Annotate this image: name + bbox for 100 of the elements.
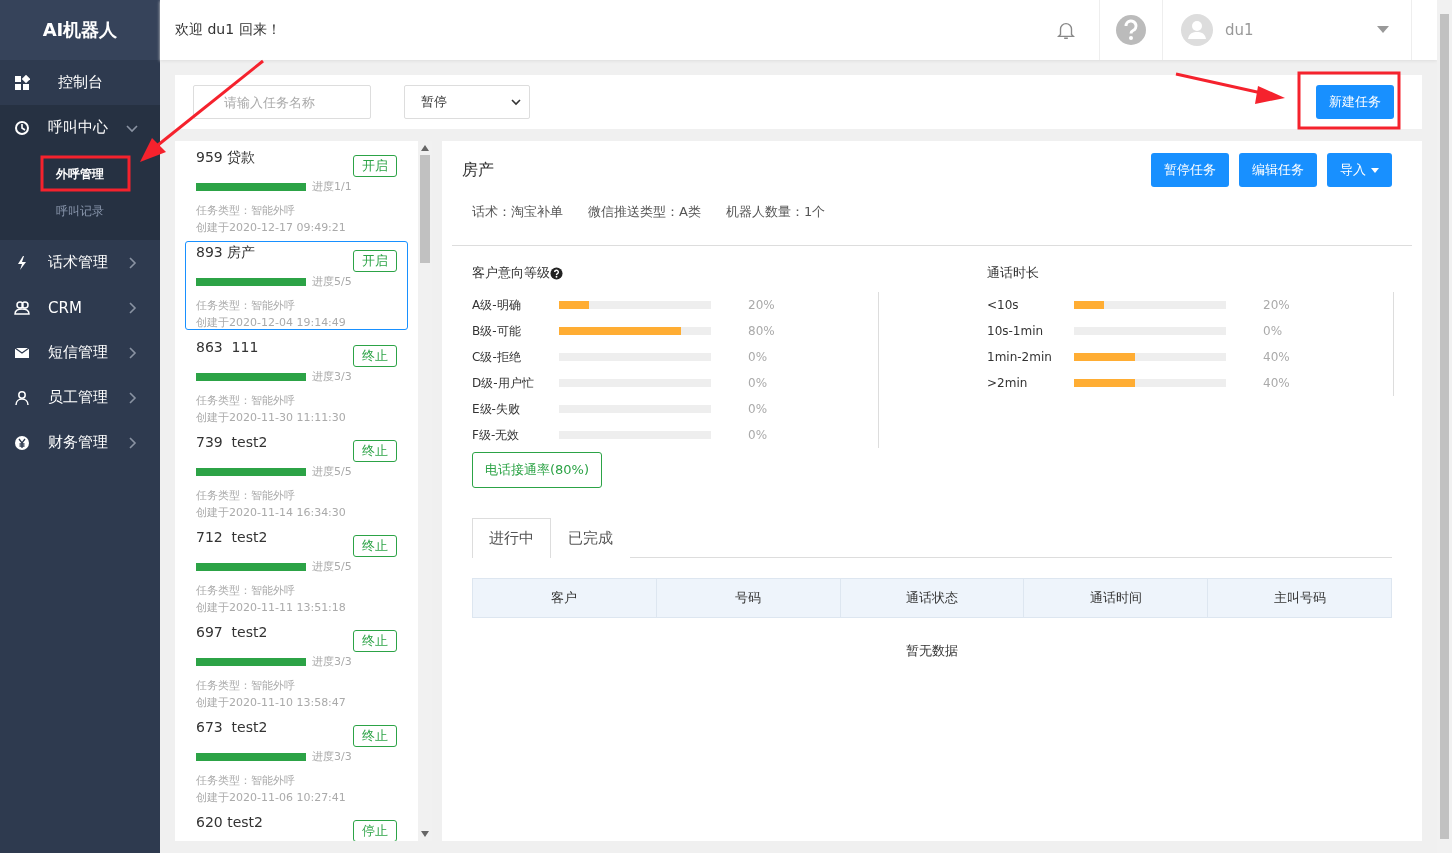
chevron-icon (126, 301, 138, 314)
task-card[interactable]: 620 test2 停止 (185, 811, 408, 841)
task-type: 任务类型：智能外呼 (196, 488, 296, 504)
caret-icon[interactable] (1377, 26, 1389, 34)
scroll-down-icon[interactable] (421, 831, 429, 837)
people-icon (14, 299, 30, 316)
search-field[interactable]: 请输入任务名称 (193, 85, 371, 119)
created-time: 创建于2020-11-10 13:58:47 (196, 695, 347, 711)
stat-percent: 40% (1263, 376, 1291, 390)
grid-icon (14, 74, 30, 91)
stat-label: 10s-1min (987, 324, 1045, 338)
task-title: 712 test2 (196, 529, 268, 545)
stat-percent: 20% (1263, 298, 1291, 312)
stat-label: D级-用户忙 (472, 374, 535, 392)
stat-label: A级-明确 (472, 296, 522, 314)
clock-icon (14, 119, 30, 136)
chevron-icon (126, 391, 138, 404)
info-text: 微信推送类型：A类 (588, 203, 701, 221)
task-title: 893 房产 (196, 244, 256, 262)
stat-label: F级-无效 (472, 426, 521, 444)
stat-label: >2min (987, 376, 1029, 390)
task-title: 673 test2 (196, 719, 268, 735)
stat-label: C级-拒绝 (472, 348, 522, 366)
progress-text: 进度5/5 (312, 464, 352, 479)
task-type: 任务类型：智能外呼 (196, 203, 296, 219)
task-type: 任务类型：智能外呼 (196, 583, 296, 599)
chevron-icon (511, 98, 521, 106)
stat-label: B级-可能 (472, 322, 522, 340)
created-time: 创建于2020-11-11 13:51:18 (196, 600, 347, 616)
help-icon[interactable] (550, 266, 563, 280)
column-header: 通话状态 (839, 579, 1024, 617)
stat-percent: 0% (748, 376, 769, 390)
task-title: 863 111 (196, 339, 259, 355)
task-type: 任务类型：智能外呼 (196, 298, 296, 314)
scroll-thumb[interactable] (420, 155, 430, 263)
created-time: 创建于2020-11-14 16:34:30 (196, 505, 347, 521)
sidebar-subitem[interactable]: 呼叫记录 (56, 193, 104, 230)
sidebar-item[interactable]: CRM (0, 285, 160, 330)
task-type: 任务类型：智能外呼 (196, 773, 296, 789)
sidebar-item[interactable]: 短信管理 (0, 330, 160, 375)
chevron-icon (126, 436, 138, 449)
avatar-icon (1181, 14, 1213, 46)
caret-icon (1371, 167, 1379, 173)
status-select[interactable]: 暂停 (404, 85, 530, 119)
created-time: 创建于2020-12-17 09:49:21 (196, 220, 347, 236)
progress-text: 进度1/1 (312, 179, 352, 194)
app-logo: AI机器人 (0, 0, 160, 60)
progress-text: 进度3/3 (312, 654, 352, 669)
progress-text: 进度5/5 (312, 274, 352, 289)
task-card[interactable]: 712 test2 终止 进度5/5 任务类型：智能外呼 创建于2020-11-11 13:51:18 (185, 526, 408, 615)
person-icon (14, 389, 30, 406)
progress-text: 进度3/3 (312, 749, 352, 764)
section-title: 通话时长 (987, 264, 1039, 282)
sidebar-item[interactable]: 财务管理 (0, 420, 160, 465)
stat-percent: 80% (748, 324, 776, 338)
stat-label: <10s (987, 298, 1020, 312)
created-time: 创建于2020-12-04 19:14:49 (196, 315, 347, 331)
stat-percent: 40% (1263, 350, 1291, 364)
stat-percent: 0% (748, 402, 769, 416)
empty-message: 暂无数据 (905, 642, 959, 660)
sidebar-item[interactable]: 呼叫中心 (0, 105, 160, 150)
yen-icon (14, 434, 30, 451)
column-header: 通话时间 (1023, 579, 1208, 617)
sidebar-item[interactable]: 控制台 (0, 60, 160, 105)
chevron-icon (126, 256, 138, 269)
stat-percent: 20% (748, 298, 776, 312)
task-title: 739 test2 (196, 434, 268, 450)
column-header: 号码 (655, 579, 840, 617)
task-title: 697 test2 (196, 624, 268, 640)
welcome-text: 欢迎 du1 回来！ (174, 21, 282, 39)
progress-text: 进度5/5 (312, 559, 352, 574)
stat-label: 1min-2min (987, 350, 1053, 364)
task-card[interactable]: 863 111 终止 进度3/3 任务类型：智能外呼 创建于2020-11-30 11:11:30 (185, 336, 408, 425)
task-type: 任务类型：智能外呼 (196, 393, 296, 409)
task-card[interactable]: 959 贷款 开启 进度1/1 任务类型：智能外呼 创建于2020-12-17 09:49:21 (185, 146, 408, 235)
progress-text: 进度3/3 (312, 369, 352, 384)
task-title: 620 test2 (196, 814, 263, 830)
stat-label: E级-失败 (472, 400, 521, 418)
task-card[interactable]: 893 房产 开启 进度5/5 任务类型：智能外呼 创建于2020-12-04 19:14:49 (185, 241, 408, 330)
task-heading: 房产 (462, 159, 495, 181)
created-time: 创建于2020-11-30 11:11:30 (196, 410, 347, 426)
chevron-icon (126, 346, 138, 359)
sidebar-item[interactable]: 话术管理 (0, 240, 160, 285)
stat-percent: 0% (748, 428, 769, 442)
scroll-up-icon[interactable] (421, 145, 429, 151)
task-type: 任务类型：智能外呼 (196, 678, 296, 694)
sidebar-subitem[interactable]: 外呼管理 (56, 156, 104, 193)
task-card[interactable]: 673 test2 终止 进度3/3 任务类型：智能外呼 创建于2020-11-06 10:27:41 (185, 716, 408, 805)
task-card[interactable]: 697 test2 终止 进度3/3 任务类型：智能外呼 创建于2020-11-10 13:58:47 (185, 621, 408, 710)
column-header: 客户 (550, 589, 579, 607)
created-time: 创建于2020-11-06 10:27:41 (196, 790, 347, 806)
sidebar-item[interactable]: 员工管理 (0, 375, 160, 420)
column-header: 主叫号码 (1207, 579, 1391, 617)
stat-percent: 0% (748, 350, 769, 364)
info-text: 话术：淘宝补单 (472, 203, 563, 221)
stat-percent: 0% (1263, 324, 1284, 338)
task-title: 959 贷款 (196, 149, 256, 167)
task-card[interactable]: 739 test2 终止 进度5/5 任务类型：智能外呼 创建于2020-11-14 16:34:30 (185, 431, 408, 520)
tab[interactable]: 进行中 (472, 518, 551, 558)
info-text: 机器人数量：1个 (725, 203, 826, 221)
